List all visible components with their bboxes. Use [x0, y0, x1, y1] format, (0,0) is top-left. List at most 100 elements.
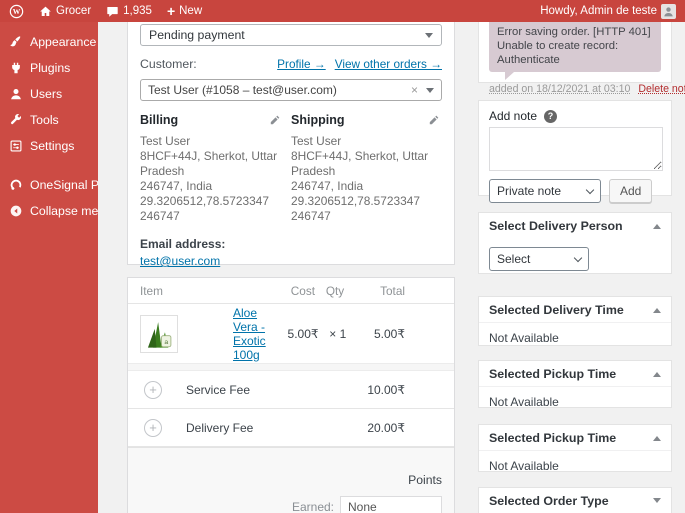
note-added-date: added on 18/12/2021 at 03:10 — [489, 83, 631, 95]
table-row-fee: + Delivery Fee 20.00₹ — [128, 409, 454, 447]
edit-shipping-pencil-icon[interactable] — [428, 114, 440, 126]
howdy-text: Howdy, Admin de teste — [540, 5, 657, 17]
comments-link[interactable]: 1,935 — [106, 5, 152, 18]
product-link[interactable]: Aloe Vera - Exotic 100g — [233, 306, 266, 362]
comments-count: 1,935 — [123, 5, 152, 17]
sidebar-item-plugins[interactable]: Plugins — [0, 55, 98, 81]
panel-header[interactable]: Selected Pickup Time — [479, 361, 671, 387]
billing-address-line: 29.3206512,78.5723347 — [140, 194, 269, 208]
comments-icon — [107, 6, 118, 17]
help-icon[interactable]: ? — [544, 109, 558, 123]
note-type-select[interactable]: Private note — [489, 179, 601, 203]
panel-title: Selected Pickup Time — [489, 367, 617, 381]
delete-note-link[interactable]: Delete note — [638, 83, 685, 95]
avatar — [661, 3, 676, 19]
fee-total: 10.00₹ — [367, 382, 405, 397]
earned-label: Earned: — [291, 500, 334, 513]
delivery-person-value: Select — [497, 252, 531, 266]
customer-value: Test User (#1058 – test@user.com) — [148, 83, 337, 97]
note-type-value: Private note — [497, 184, 562, 198]
sidebar-item-appearance[interactable]: Appearance — [0, 29, 98, 55]
wordpress-logo-icon: W — [9, 4, 24, 18]
add-note-textarea[interactable] — [489, 127, 663, 171]
fee-total: 20.00₹ — [367, 420, 405, 435]
clear-icon[interactable]: × — [411, 83, 418, 97]
panel-order-items: Item Cost Qty Total a Aloe Vera - Exotic… — [127, 277, 455, 513]
customer-select[interactable]: Test User (#1058 – test@user.com) × — [140, 79, 442, 101]
order-note-bubble: Error saving order. [HTTP 401] Unable to… — [489, 22, 661, 80]
panel-header[interactable]: Selected Pickup Time — [479, 425, 671, 451]
email-link[interactable]: test@user.com — [140, 254, 220, 268]
section-divider — [128, 363, 454, 371]
new-content-button[interactable]: + New — [167, 4, 202, 18]
panel-content: Not Available — [489, 395, 559, 409]
plug-icon — [12, 62, 20, 74]
sidebar-item-label: Appearance — [30, 35, 97, 49]
customer-label: Customer: — [140, 57, 197, 71]
email-label: Email address: — [140, 237, 226, 251]
sidebar-item-collapse-menu[interactable]: Collapse menu — [0, 198, 112, 224]
shipping-address-line: 29.3206512,78.5723347 — [291, 194, 420, 208]
sidebar-item-label: Settings — [30, 139, 75, 153]
toggle-up-icon — [653, 220, 661, 229]
panel-selected-delivery-time: Selected Delivery Time Not Available — [478, 296, 672, 346]
aloe-vera-image: a — [147, 321, 172, 348]
panel-header[interactable]: Selected Delivery Time — [479, 297, 671, 323]
panel-add-note: Add note ? Private note Add — [478, 100, 672, 203]
plus-circle-icon[interactable]: + — [144, 380, 162, 399]
product-cost: 5.00₹ — [287, 326, 319, 341]
wrench-icon — [10, 114, 22, 125]
chevron-down-icon — [585, 185, 595, 194]
column-qty: Qty — [325, 283, 345, 298]
order-status-value: Pending payment — [149, 28, 245, 42]
panel-content: Not Available — [489, 331, 559, 345]
column-cost: Cost — [290, 283, 315, 298]
delivery-person-select[interactable]: Select — [489, 247, 589, 271]
sidebar-item-tools[interactable]: Tools — [0, 107, 98, 133]
sidebar-item-users[interactable]: Users — [0, 81, 98, 107]
panel-header[interactable]: Selected Order Type — [479, 488, 671, 513]
panel-order-notes: Error saving order. [HTTP 401] Unable to… — [478, 22, 685, 95]
svg-text:W: W — [13, 7, 21, 16]
shipping-address-line: Test User — [291, 134, 342, 148]
toggle-up-icon — [653, 304, 661, 313]
collapse-arrow-icon — [10, 205, 22, 217]
panel-content: Not Available — [489, 459, 559, 473]
add-note-button[interactable]: Add — [609, 179, 653, 203]
admin-bar: W Grocer 1,935 + New Howdy, Admin de tes… — [0, 0, 685, 22]
panel-selected-pickup-time-1: Selected Pickup Time Not Available — [478, 360, 672, 409]
toggle-up-icon — [653, 432, 661, 441]
user-icon — [11, 89, 21, 100]
sidebar-item-settings[interactable]: Settings — [0, 133, 98, 159]
billing-address-line: 8HCF+44J, Sherkot, Uttar Pradesh — [140, 149, 278, 178]
billing-address-line: 246747, India — [140, 179, 213, 193]
panel-header[interactable]: Select Delivery Person — [479, 213, 671, 238]
column-item: Item — [140, 283, 163, 298]
earned-points-input[interactable] — [340, 496, 442, 513]
plus-circle-icon[interactable]: + — [144, 418, 162, 437]
paintbrush-icon — [10, 36, 21, 47]
site-home-link[interactable]: Grocer — [39, 5, 91, 18]
sidebar-item-label: Plugins — [30, 61, 71, 75]
site-name: Grocer — [56, 5, 92, 17]
order-status-select[interactable]: Pending payment — [140, 24, 442, 46]
product-thumbnail: a — [140, 314, 178, 353]
profile-link[interactable]: Profile → — [277, 57, 326, 71]
toggle-down-icon — [653, 498, 661, 507]
panel-selected-pickup-time-2: Selected Pickup Time Not Available — [478, 424, 672, 473]
chevron-down-icon — [573, 253, 583, 262]
fee-name: Service Fee — [186, 382, 251, 397]
edit-billing-pencil-icon[interactable] — [269, 114, 281, 126]
view-other-orders-link[interactable]: View other orders → — [335, 57, 442, 71]
panel-title: Selected Pickup Time — [489, 431, 617, 445]
sidebar-item-onesignal-push[interactable]: OneSignal Push — [0, 172, 119, 198]
settings-icon — [10, 140, 22, 152]
panel-select-delivery-person: Select Delivery Person Select — [478, 212, 672, 274]
add-note-label: Add note — [489, 109, 538, 123]
user-avatar-icon — [664, 6, 673, 16]
wp-logo-button[interactable]: W — [9, 4, 24, 19]
account-menu[interactable]: Howdy, Admin de teste — [540, 3, 676, 19]
sidebar-item-label: Users — [30, 87, 63, 101]
shipping-address-line: 8HCF+44J, Sherkot, Uttar Pradesh — [291, 149, 429, 178]
order-note-text: Error saving order. [HTTP 401] Unable to… — [497, 26, 651, 66]
